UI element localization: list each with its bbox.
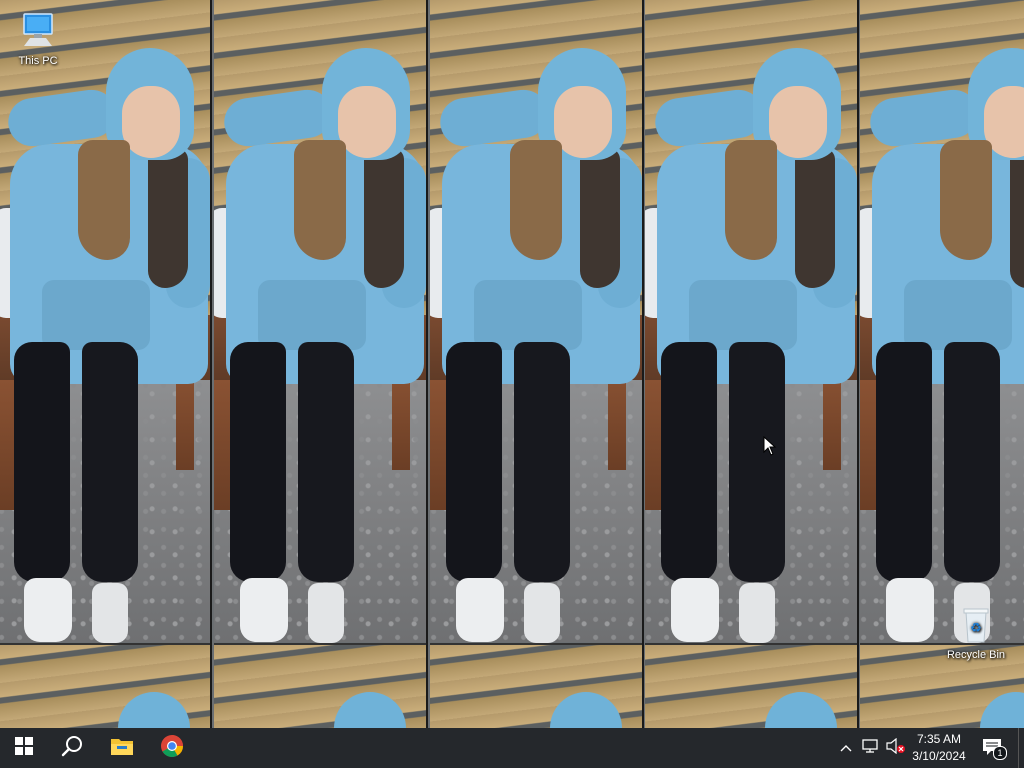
start-button[interactable] <box>0 728 48 768</box>
this-pc-icon <box>0 10 76 53</box>
desktop-icon-this-pc[interactable]: This PC <box>0 10 76 67</box>
volume-button[interactable] <box>884 728 908 768</box>
clock-date: 3/10/2024 <box>912 749 966 763</box>
wallpaper-panel <box>645 0 859 728</box>
notification-icon: 1 <box>982 738 1007 760</box>
network-button[interactable] <box>860 728 882 768</box>
volume-muted-icon <box>886 737 906 759</box>
chevron-up-icon <box>840 739 852 757</box>
show-desktop-button[interactable] <box>1018 728 1024 768</box>
folder-icon <box>110 736 134 761</box>
desktop[interactable]: This PC ♻ Recycle Bin <box>0 0 1024 728</box>
taskbar-file-explorer-button[interactable] <box>98 728 146 768</box>
svg-text:♻: ♻ <box>970 621 982 636</box>
search-icon <box>61 735 83 762</box>
taskbar: 7:35 AM 3/10/2024 1 <box>0 728 1024 768</box>
wallpaper-panel <box>214 0 428 728</box>
windows-logo-icon <box>15 736 33 760</box>
wallpaper-panel <box>0 0 212 728</box>
desktop-icon-label: Recycle Bin <box>946 649 1006 661</box>
show-hidden-icons-button[interactable] <box>836 728 856 768</box>
taskbar-chrome-button[interactable] <box>148 728 196 768</box>
clock[interactable]: 7:35 AM 3/10/2024 <box>908 731 970 765</box>
notification-count-badge: 1 <box>993 746 1007 760</box>
clock-time: 7:35 AM <box>916 732 962 746</box>
action-center-button[interactable]: 1 <box>978 728 1008 768</box>
mouse-cursor-icon <box>763 435 777 461</box>
search-button[interactable] <box>48 728 96 768</box>
wallpaper-panel <box>430 0 644 728</box>
chrome-icon <box>160 734 184 763</box>
network-icon <box>862 738 880 759</box>
desktop-icon-label: This PC <box>18 55 58 67</box>
recycle-bin-icon: ♻ <box>938 604 1014 647</box>
desktop-icon-recycle-bin[interactable]: ♻ Recycle Bin <box>938 604 1014 661</box>
